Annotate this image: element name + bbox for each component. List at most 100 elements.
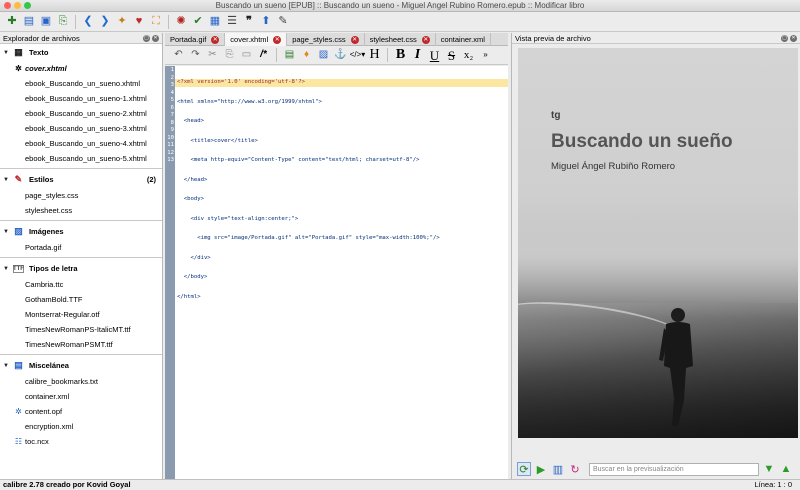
- copy-icon[interactable]: ⎘: [222, 47, 237, 63]
- reload-icon[interactable]: ↻: [568, 462, 582, 476]
- search-up-icon[interactable]: ▲: [779, 462, 793, 476]
- close-panel-icon[interactable]: ✕: [790, 35, 797, 42]
- tab-container-xml[interactable]: container.xml: [436, 33, 491, 46]
- code-line[interactable]: </html>: [175, 294, 508, 302]
- file-item[interactable]: Portada.gif: [0, 240, 162, 255]
- code-editor[interactable]: 1 2 3 4 5 6 7 8 9 10 11 12 13 <?xml vers…: [165, 66, 508, 479]
- forward-icon[interactable]: ❯: [97, 14, 113, 30]
- file-item[interactable]: ☷ toc.ncx: [0, 434, 162, 449]
- code-text[interactable]: <?xml version='1.0' encoding='utf-8'?> <…: [175, 66, 508, 479]
- close-tab-icon[interactable]: ✕: [350, 35, 359, 44]
- fullscreen-icon[interactable]: ⛶: [148, 14, 164, 30]
- close-tab-icon[interactable]: ✕: [211, 35, 220, 44]
- split-icon[interactable]: ▥: [551, 462, 565, 476]
- file-item[interactable]: page_styles.css: [0, 188, 162, 203]
- file-item[interactable]: ebook_Buscando_un_sueno-4.xhtml: [0, 136, 162, 151]
- strikethrough-icon[interactable]: S: [444, 47, 459, 63]
- code-tag-icon[interactable]: </>▾: [350, 47, 366, 63]
- checkpoint-icon[interactable]: ⎘: [55, 14, 71, 30]
- code-line[interactable]: <body>: [175, 196, 508, 204]
- bold-icon[interactable]: B: [393, 47, 408, 63]
- collapse-icon[interactable]: ▼: [3, 363, 9, 369]
- reports-icon[interactable]: ▦: [207, 14, 223, 30]
- close-window-icon[interactable]: [4, 2, 11, 9]
- overflow-icon[interactable]: »: [478, 47, 493, 63]
- window-controls[interactable]: [4, 2, 31, 9]
- float-panel-icon[interactable]: ▢: [143, 35, 150, 42]
- file-item[interactable]: TimesNewRomanPS-ItalicMT.ttf: [0, 322, 162, 337]
- file-item[interactable]: TimesNewRomanPSMT.ttf: [0, 337, 162, 352]
- insert-icon[interactable]: ⬆: [258, 14, 274, 30]
- minimize-window-icon[interactable]: [14, 2, 21, 9]
- collapse-icon[interactable]: ▼: [3, 266, 9, 272]
- code-line[interactable]: <div style="text-align:center;">: [175, 216, 508, 224]
- file-item[interactable]: encryption.xml: [0, 419, 162, 434]
- cut-icon[interactable]: ✂: [205, 47, 220, 63]
- code-line[interactable]: <img src="image/Portada.gif" alt="Portad…: [175, 235, 508, 243]
- save-icon[interactable]: ▣: [38, 14, 54, 30]
- heart-icon[interactable]: ♥: [131, 14, 147, 30]
- file-item[interactable]: Montserrat-Regular.otf: [0, 307, 162, 322]
- code-line[interactable]: <head>: [175, 118, 508, 126]
- more-icon[interactable]: ✎: [275, 14, 291, 30]
- category-estilos[interactable]: ▼ ✎ Estilos (2): [0, 171, 162, 188]
- italic-icon[interactable]: I: [410, 47, 425, 63]
- float-panel-icon[interactable]: ▢: [781, 35, 788, 42]
- collapse-icon[interactable]: ▼: [3, 50, 9, 56]
- insert-tag-icon[interactable]: ♦: [299, 47, 314, 63]
- bug-icon[interactable]: ✺: [173, 14, 189, 30]
- tab-page-styles-css[interactable]: page_styles.css ✕: [287, 33, 365, 46]
- close-tab-icon[interactable]: ✕: [273, 35, 282, 44]
- file-item[interactable]: calibre_bookmarks.txt: [0, 374, 162, 389]
- category-imagenes[interactable]: ▼ ▨ Imágenes: [0, 223, 162, 240]
- file-item[interactable]: ✲ content.opf: [0, 404, 162, 419]
- toc-icon[interactable]: ☰: [224, 14, 240, 30]
- file-item[interactable]: ebook_Buscando_un_sueno-3.xhtml: [0, 121, 162, 136]
- close-panel-icon[interactable]: ✕: [152, 35, 159, 42]
- file-item[interactable]: container.xml: [0, 389, 162, 404]
- tab-portada-gif[interactable]: Portada.gif ✕: [165, 33, 226, 46]
- redo-icon[interactable]: ↷: [188, 47, 203, 63]
- file-item[interactable]: stylesheet.css: [0, 203, 162, 218]
- comment-icon[interactable]: /*: [256, 47, 271, 63]
- tab-stylesheet-css[interactable]: stylesheet.css ✕: [365, 33, 436, 46]
- heading-icon[interactable]: H: [367, 47, 382, 63]
- zoom-window-icon[interactable]: [24, 2, 31, 9]
- underline-icon[interactable]: U: [427, 47, 442, 63]
- category-texto[interactable]: ▼ ▦ Texto: [0, 44, 162, 61]
- play-icon[interactable]: ▶: [534, 462, 548, 476]
- file-item[interactable]: ebook_Buscando_un_sueno.xhtml: [0, 76, 162, 91]
- close-tab-icon[interactable]: ✕: [421, 35, 430, 44]
- collapse-icon[interactable]: ▼: [3, 229, 9, 235]
- undo-icon[interactable]: ↶: [171, 47, 186, 63]
- code-line[interactable]: [175, 313, 508, 321]
- fix-icon[interactable]: ✦: [114, 14, 130, 30]
- code-line[interactable]: </body>: [175, 274, 508, 282]
- file-item[interactable]: ebook_Buscando_un_sueno-5.xhtml: [0, 151, 162, 166]
- back-icon[interactable]: ❮: [80, 14, 96, 30]
- pretty-print-icon[interactable]: ▤: [282, 47, 297, 63]
- file-item[interactable]: ✲ cover.xhtml: [0, 61, 162, 76]
- code-line[interactable]: <meta http-equiv="Content-Type" content=…: [175, 157, 508, 165]
- new-book-icon[interactable]: ✚: [4, 14, 20, 30]
- quote-icon[interactable]: ❞: [241, 14, 257, 30]
- preview-render[interactable]: tg Buscando un sueño Miguel Ángel Rubiño…: [518, 48, 798, 438]
- category-miscelanea[interactable]: ▼ ▤ Miscelánea: [0, 357, 162, 374]
- search-down-icon[interactable]: ▼: [762, 462, 776, 476]
- code-line[interactable]: <title>cover</title>: [175, 138, 508, 146]
- code-line[interactable]: <?xml version='1.0' encoding='utf-8'?>: [175, 79, 508, 87]
- insert-link-icon[interactable]: ⚓: [333, 47, 348, 63]
- category-tipos-de-letra[interactable]: ▼ TTF Tipos de letra: [0, 260, 162, 277]
- code-line[interactable]: </div>: [175, 255, 508, 263]
- code-line[interactable]: </head>: [175, 177, 508, 185]
- file-item[interactable]: ebook_Buscando_un_sueno-1.xhtml: [0, 91, 162, 106]
- spell-check-icon[interactable]: ✔: [190, 14, 206, 30]
- tab-cover-xhtml[interactable]: cover.xhtml ✕: [225, 33, 288, 46]
- file-item[interactable]: ebook_Buscando_un_sueno-2.xhtml: [0, 106, 162, 121]
- file-item[interactable]: Cambria.ttc: [0, 277, 162, 292]
- preview-search-input[interactable]: Buscar en la previsualización: [589, 462, 759, 476]
- paste-icon[interactable]: ▭: [239, 47, 254, 63]
- subscript-icon[interactable]: x₂: [461, 47, 476, 63]
- refresh-icon[interactable]: ⟳: [517, 462, 531, 476]
- code-line[interactable]: <html xmlns="http://www.w3.org/1999/xhtm…: [175, 99, 508, 107]
